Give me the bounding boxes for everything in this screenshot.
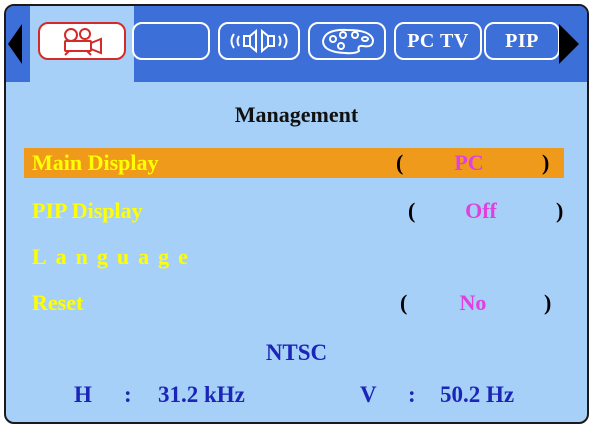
projector-icon	[64, 28, 102, 56]
v-freq-label: V	[360, 382, 377, 407]
menu-item-label: PIP Display	[32, 198, 143, 223]
tab-bar: PC TV PIP	[6, 6, 587, 82]
open-paren: (	[408, 198, 416, 223]
menu-item-label: Language	[32, 244, 197, 269]
menu-item-label: Main Display	[32, 150, 159, 175]
open-paren: (	[396, 150, 404, 175]
tab-pip[interactable]: PIP	[484, 22, 560, 60]
h-freq-label: H	[74, 382, 92, 407]
tab-blank[interactable]	[132, 22, 210, 60]
v-freq-value: 50.2 Hz	[440, 382, 515, 407]
signal-standard: NTSC	[265, 340, 328, 365]
tab-picture[interactable]	[38, 22, 126, 60]
palette-icon	[321, 28, 375, 55]
tab-color[interactable]	[308, 22, 386, 60]
tab-pc-tv[interactable]: PC TV	[394, 22, 482, 60]
menu-item-value[interactable]: No	[428, 288, 518, 318]
scroll-left-arrow-icon[interactable]	[8, 24, 22, 64]
menu-item-value[interactable]: Off	[436, 196, 526, 226]
menu-item-label: Reset	[32, 290, 84, 315]
close-paren: )	[556, 198, 564, 223]
close-paren: )	[542, 150, 550, 175]
menu-item-reset[interactable]: Reset ( No )	[24, 288, 564, 318]
menu-title: Management	[234, 102, 359, 127]
scroll-right-arrow-icon[interactable]	[559, 24, 579, 64]
h-freq-separator: :	[124, 382, 132, 407]
menu-item-main-display[interactable]: Main Display ( PC )	[24, 148, 564, 178]
v-freq-separator: :	[408, 382, 416, 407]
open-paren: (	[400, 290, 408, 315]
osd-menu-window: PC TV PIP Management Main Display ( PC )…	[4, 4, 589, 424]
menu-item-value[interactable]: PC	[424, 148, 514, 178]
tab-audio[interactable]	[218, 22, 300, 60]
close-paren: )	[544, 290, 552, 315]
h-freq-value: 31.2 kHz	[158, 382, 245, 407]
speaker-icon	[230, 28, 288, 54]
menu-item-pip-display[interactable]: PIP Display ( Off )	[24, 196, 564, 226]
tab-pc-tv-label: PC TV	[407, 29, 469, 52]
tab-pip-label: PIP	[505, 29, 539, 52]
menu-item-language[interactable]: Language	[24, 242, 564, 272]
